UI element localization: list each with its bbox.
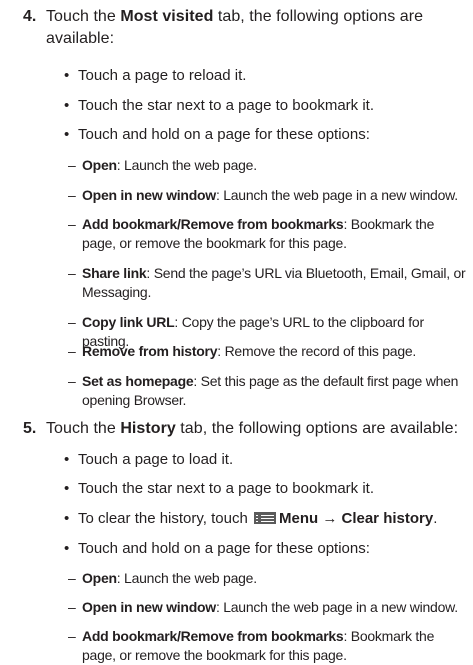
bullet-marker: • <box>64 480 70 497</box>
manual-page: 4. Touch the Most visited tab, the follo… <box>23 8 466 663</box>
option-term: Add bookmark/Remove from bookmarks <box>82 628 344 644</box>
dash-marker: – <box>68 265 76 281</box>
option-term: Open in new window <box>82 599 216 615</box>
bullet-marker: • <box>64 540 70 557</box>
step-number: 4. <box>23 8 37 25</box>
dash-marker: – <box>68 570 76 586</box>
bullet-marker: • <box>64 67 70 84</box>
clear-history-label: Clear history <box>341 510 434 527</box>
dash-marker: – <box>68 599 76 615</box>
dash-marker: – <box>68 187 76 203</box>
dash-marker: – <box>68 314 76 330</box>
bullet-marker: • <box>64 97 70 114</box>
step-number: 5. <box>23 420 37 437</box>
option-term: Open <box>82 157 117 173</box>
menu-label: Menu <box>278 510 319 527</box>
option-term: Remove from history <box>82 343 218 359</box>
dash-marker: – <box>68 628 76 644</box>
step-heading: Touch the History tab, the following opt… <box>46 420 459 437</box>
menu-icon <box>253 512 276 524</box>
option-description: : Launch the web page in a new window. <box>215 187 458 203</box>
arrow: → <box>318 510 342 527</box>
option-description: : Launch the web page in a new window. <box>215 599 458 615</box>
dash-marker: – <box>68 373 76 389</box>
option-description: : Launch the web page. <box>116 570 257 586</box>
dash-marker: – <box>68 343 76 359</box>
bullet-marker: • <box>64 451 70 468</box>
bullet-marker: • <box>64 126 70 143</box>
bullet-marker: • <box>64 510 70 527</box>
dash-marker: – <box>68 216 76 232</box>
option-term: Add bookmark/Remove from bookmarks <box>82 216 344 232</box>
option-term: Open <box>82 570 117 586</box>
tab-name: History <box>120 420 176 437</box>
option-term: Set as homepage <box>82 373 194 389</box>
step-heading: Touch the Most visited tab, the followin… <box>46 8 424 47</box>
option-term: Share link <box>82 265 147 281</box>
option-description: : Remove the record of this page. <box>217 343 417 359</box>
option-term: Open in new window <box>82 187 216 203</box>
tab-name: Most visited <box>120 8 214 25</box>
option-term: Copy link URL <box>82 314 175 330</box>
option-description: : Launch the web page. <box>116 157 257 173</box>
dash-marker: – <box>68 157 76 173</box>
